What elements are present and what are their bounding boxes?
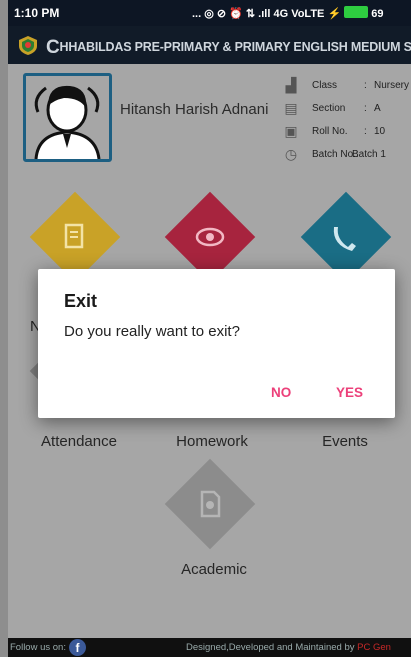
no-button[interactable]: NO	[271, 385, 291, 400]
exit-dialog: Exit Do you really want to exit? NO YES	[38, 269, 395, 418]
yes-button[interactable]: YES	[336, 385, 363, 400]
status-indicators: ... ◎ ⊘ ⏰ ⇅ .ıll 4G VoLTE ⚡	[192, 8, 342, 20]
school-header: CHHABILDAS PRE-PRIMARY & PRIMARY ENGLISH…	[8, 26, 411, 64]
follow-us-text: Follow us on:	[10, 642, 66, 653]
status-icons: ... ◎ ⊘ ⏰ ⇅ .ıll 4G VoLTE ⚡ 69	[192, 6, 407, 20]
dialog-message: Do you really want to exit?	[64, 323, 240, 340]
battery-icon	[344, 6, 369, 18]
facebook-icon[interactable]: f	[69, 639, 86, 656]
battery-level: 69	[371, 8, 384, 20]
credit-text: Designed,Developed and Maintained by PC …	[186, 642, 391, 653]
brand-link[interactable]: PC Gen	[357, 642, 391, 653]
school-name: CHHABILDAS PRE-PRIMARY & PRIMARY ENGLISH…	[46, 37, 411, 58]
app-screen: 1:10 PM ... ◎ ⊘ ⏰ ⇅ .ıll 4G VoLTE ⚡ 69 C…	[8, 0, 411, 657]
status-time: 1:10 PM	[14, 6, 60, 20]
dialog-title: Exit	[64, 291, 98, 311]
school-logo-icon	[19, 36, 37, 55]
status-bar: 1:10 PM ... ◎ ⊘ ⏰ ⇅ .ıll 4G VoLTE ⚡ 69	[8, 0, 411, 26]
footer: Follow us on: f Designed,Developed and M…	[8, 638, 411, 657]
